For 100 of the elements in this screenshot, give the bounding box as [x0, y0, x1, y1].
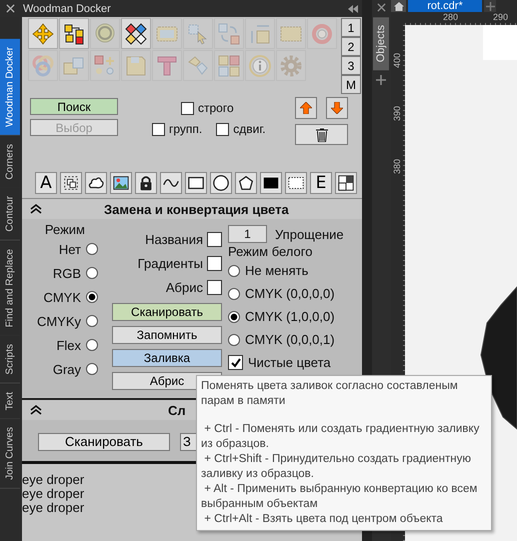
radio-button[interactable]	[228, 288, 240, 300]
side-tab[interactable]: Woodman Docker	[0, 39, 20, 136]
collapse-icon[interactable]	[30, 204, 42, 214]
move-down-button[interactable]	[326, 97, 348, 119]
gear-icon	[279, 54, 303, 78]
radio-label: CMYK (1,0,0,0)	[245, 309, 335, 324]
section-title: Сл	[168, 402, 186, 418]
checkbox-label: строго	[198, 101, 234, 115]
shape-tool-button[interactable]	[110, 172, 132, 194]
side-tab[interactable]: Contour	[0, 188, 20, 242]
rotate-squares-icon	[217, 22, 241, 46]
checkbox-label: Градиенты	[138, 256, 203, 270]
number-field[interactable]: 1	[228, 225, 267, 243]
side-tab[interactable]: Scripts	[0, 336, 20, 384]
collapse-icon[interactable]	[348, 4, 358, 12]
radio-button[interactable]	[86, 363, 98, 375]
checkbox[interactable]	[216, 122, 230, 136]
tool-button[interactable]	[121, 18, 151, 49]
ruler-label: 280	[443, 12, 458, 22]
radio-button[interactable]	[86, 291, 98, 303]
checkbox[interactable]	[207, 232, 222, 246]
shape-tool-button[interactable]	[335, 172, 357, 194]
shape-tool-button[interactable]	[60, 172, 82, 194]
checkbox-label: групп.	[169, 122, 202, 136]
move-up-button[interactable]	[295, 97, 317, 119]
radio-label: Не менять	[245, 263, 308, 278]
radio-label: Flex	[56, 338, 81, 352]
preset-button[interactable]: 1	[341, 18, 361, 37]
action-button[interactable]: Заливка	[112, 349, 222, 367]
action-button[interactable]: Сканировать	[38, 432, 170, 450]
radio-button[interactable]	[86, 243, 98, 255]
radio-label: CMYK (0,0,0,1)	[245, 332, 335, 347]
new-tab-button[interactable]	[484, 0, 496, 12]
down-arrow-icon	[331, 102, 343, 114]
circle-icon	[212, 174, 230, 192]
ruler-label: 390	[392, 106, 402, 122]
radio-label: Нет	[58, 242, 81, 256]
radio-button[interactable]	[86, 339, 98, 351]
checkbox[interactable]	[207, 256, 222, 270]
radio-button[interactable]	[86, 315, 98, 327]
node-select-icon	[62, 174, 80, 192]
add-icon[interactable]	[376, 75, 386, 86]
ring-icon	[310, 22, 334, 46]
log-line: eye droper	[22, 487, 84, 501]
radio-button[interactable]	[228, 310, 240, 322]
field-label: Упрощение	[275, 226, 344, 242]
circles-icon	[31, 54, 55, 78]
checkbox[interactable]	[207, 280, 222, 294]
radio-button[interactable]	[86, 267, 98, 279]
pentagon-icon	[237, 174, 255, 192]
radio-label: CMYK (0,0,0,0)	[245, 286, 335, 301]
split-squares-icon	[337, 174, 355, 192]
side-tab[interactable]: Join Curves	[0, 419, 20, 490]
home-button[interactable]	[391, 0, 406, 12]
add-icon	[486, 2, 494, 10]
checkbox[interactable]	[181, 102, 194, 114]
radio-label: CMYK	[43, 290, 81, 304]
action-button[interactable]: Запомнить	[112, 326, 222, 344]
close-icon[interactable]	[376, 3, 386, 12]
delete-button[interactable]	[295, 124, 348, 145]
tool-button[interactable]	[59, 18, 89, 49]
shape-tool-button[interactable]	[260, 172, 282, 194]
close-icon[interactable]	[6, 4, 15, 13]
checkbox[interactable]	[228, 355, 243, 370]
radio-label: Gray	[52, 362, 81, 376]
preset-button[interactable]: 3	[341, 56, 361, 75]
shape-tool-button[interactable]: E	[310, 172, 332, 194]
shape-tool-button[interactable]	[135, 172, 157, 194]
dotted-rectangle-icon	[287, 174, 305, 192]
preset-button[interactable]: M	[341, 75, 361, 94]
dots-icon	[93, 54, 117, 78]
shape-tool-button[interactable]	[185, 172, 207, 194]
mode-heading: Режим белого	[228, 244, 314, 259]
shape-tool-button[interactable]	[85, 172, 107, 194]
collapse-icon[interactable]	[30, 405, 42, 415]
document-tab[interactable]: rot.cdr*	[408, 0, 482, 12]
radio-button[interactable]	[228, 334, 240, 346]
preset-button[interactable]: 2	[341, 37, 361, 56]
shape-tool-button[interactable]: A	[35, 172, 57, 194]
shape-tool-button[interactable]	[235, 172, 257, 194]
checkbox-label: Названия	[145, 232, 203, 246]
shape-tool-button[interactable]	[160, 172, 182, 194]
coin-icon	[93, 22, 117, 46]
tooltip-text: + Ctrl+Alt - Взять цвета под центром объекта	[203, 512, 444, 527]
radio-label: RGB	[52, 266, 81, 280]
home-icon	[394, 2, 404, 10]
diamonds-icon	[124, 22, 148, 46]
checkbox[interactable]	[152, 122, 165, 136]
checkbox-label: сдвиг.	[233, 122, 266, 136]
search-button[interactable]: Поиск	[30, 98, 118, 115]
objects-tab[interactable]: Objects	[373, 17, 390, 70]
radio-button[interactable]	[228, 264, 240, 276]
radio-label: CMYKy	[36, 314, 81, 328]
shape-tool-button[interactable]	[210, 172, 232, 194]
shape-tool-button[interactable]	[285, 172, 307, 194]
page-area	[483, 25, 517, 60]
tooltip-text: + Ctrl+Shift - Принудительно создать градиентную заливку из образцов.	[201, 452, 472, 482]
action-button[interactable]: Сканировать	[112, 303, 222, 321]
log-line: eye droper	[22, 473, 84, 487]
up-arrow-icon	[300, 102, 312, 114]
